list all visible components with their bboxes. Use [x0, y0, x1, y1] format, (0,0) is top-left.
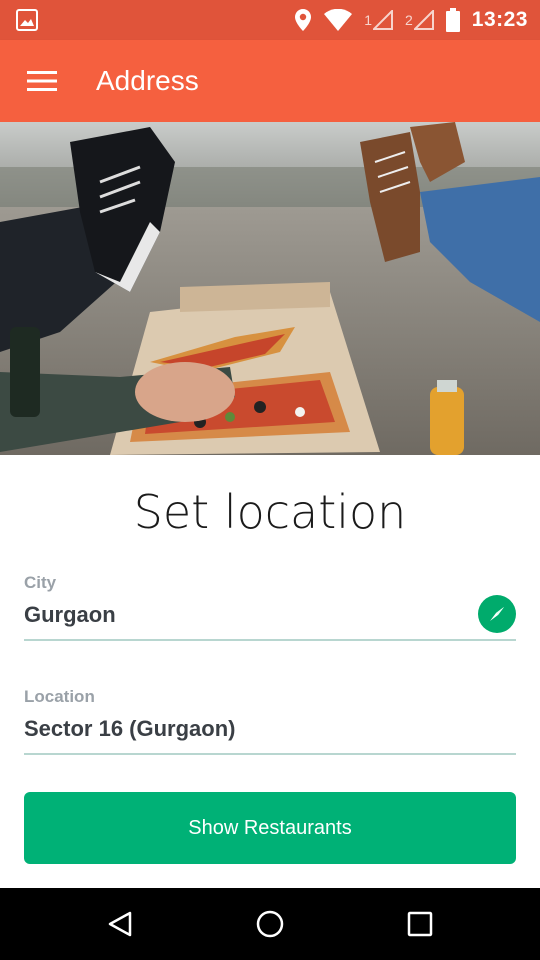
page-title: Address [96, 65, 199, 96]
clock: 13:23 [471, 8, 528, 31]
home-button[interactable] [250, 904, 290, 944]
location-value[interactable]: Sector 16 (Gurgaon) [24, 716, 516, 754]
show-restaurants-button[interactable]: Show Restaurants [24, 792, 516, 864]
hero-image [0, 122, 540, 455]
signal-icon [372, 10, 393, 30]
app-bar: Address [0, 40, 540, 122]
location-field[interactable]: Location Sector 16 (Gurgaon) [24, 687, 516, 755]
signal-sim1: 1 [364, 10, 393, 30]
location-label: Location [24, 687, 95, 706]
compass-icon [490, 607, 504, 621]
back-button[interactable] [100, 904, 140, 944]
detect-location-button[interactable] [478, 595, 516, 633]
back-icon [108, 911, 132, 937]
city-label: City [24, 573, 57, 592]
battery-icon [445, 8, 460, 32]
system-nav-bar [0, 888, 540, 960]
wifi-icon [324, 9, 353, 31]
image-icon [16, 9, 38, 31]
menu-icon [27, 71, 57, 91]
location-form: Set location City Gurgaon Location Secto… [0, 455, 540, 888]
form-headline: Set location [133, 485, 407, 539]
location-icon [295, 9, 312, 31]
menu-button[interactable] [18, 57, 66, 105]
city-value[interactable]: Gurgaon [24, 602, 516, 640]
recents-button[interactable] [400, 904, 440, 944]
recents-icon [407, 911, 433, 937]
signal-icon [413, 10, 434, 30]
status-bar: 1 2 13:23 [0, 0, 540, 40]
home-icon [256, 910, 284, 938]
city-field[interactable]: City Gurgaon [24, 573, 516, 641]
signal-sim2: 2 [405, 10, 434, 30]
